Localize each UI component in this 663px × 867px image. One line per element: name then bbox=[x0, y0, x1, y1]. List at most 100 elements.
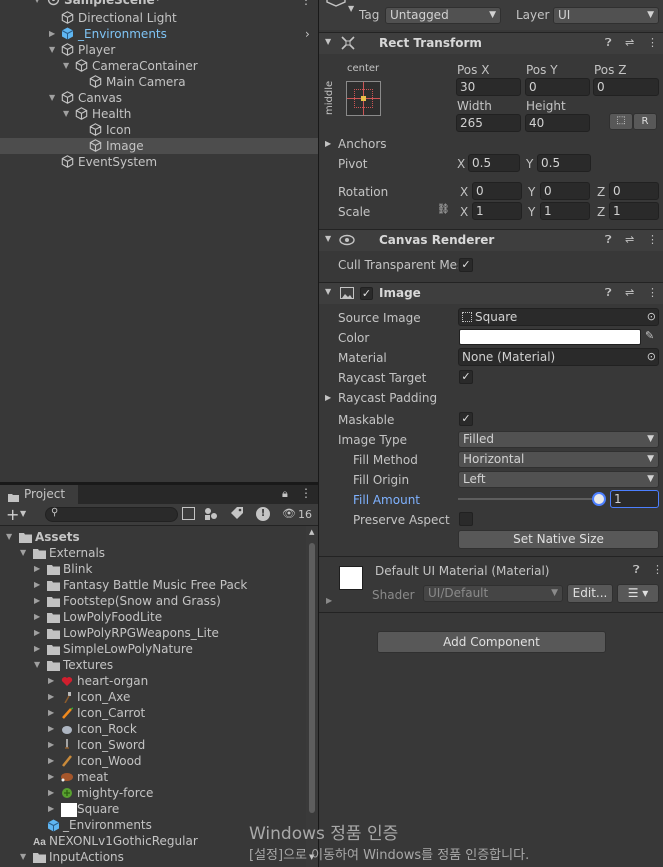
hierarchy-item[interactable]: EventSystem bbox=[0, 154, 318, 170]
search-input[interactable]: ⚲ bbox=[45, 507, 178, 522]
expand-arrow-icon[interactable]: ▶ bbox=[48, 785, 54, 801]
help-icon[interactable]: ❓︎ bbox=[605, 286, 612, 300]
project-asset-item[interactable]: ▶ meat bbox=[0, 769, 306, 785]
scale-x-field[interactable]: 1 bbox=[472, 202, 522, 220]
project-asset-item[interactable]: ▶ mighty-force bbox=[0, 785, 306, 801]
material-field[interactable]: None (Material) ⊙ bbox=[458, 348, 659, 366]
expand-arrow-icon[interactable]: ▶ bbox=[48, 737, 54, 753]
raycast-target-checkbox[interactable]: ✓ bbox=[459, 370, 473, 384]
filter-icon[interactable] bbox=[204, 507, 217, 523]
label-icon[interactable] bbox=[230, 507, 243, 523]
edit-shader-button[interactable]: Edit... bbox=[567, 584, 613, 603]
source-image-field[interactable]: Square ⊙ bbox=[458, 308, 659, 326]
expand-arrow-icon[interactable]: ▶ bbox=[49, 26, 55, 42]
hierarchy-item[interactable]: Directional Light bbox=[0, 10, 318, 26]
project-folder-item[interactable]: ▶ Fantasy Battle Music Free Pack bbox=[0, 577, 306, 593]
project-folder-item[interactable]: ▶ LowPolyRPGWeapons_Lite bbox=[0, 625, 306, 641]
hierarchy-item[interactable]: ▼ Health bbox=[0, 106, 318, 122]
expand-arrow-icon[interactable]: ▶ bbox=[48, 769, 54, 785]
expand-arrow-icon[interactable]: ▼ bbox=[20, 545, 26, 561]
scrollbar-thumb[interactable] bbox=[309, 543, 315, 813]
cull-transparent-checkbox[interactable]: ✓ bbox=[459, 258, 473, 272]
expand-arrow-icon[interactable]: ▼ bbox=[63, 58, 69, 74]
expand-arrow-icon[interactable]: ▶ bbox=[48, 673, 54, 689]
expand-arrow-icon[interactable]: ▼ bbox=[49, 90, 55, 106]
object-picker-icon[interactable]: ⊙ bbox=[647, 309, 656, 325]
create-dropdown-icon[interactable]: ▼ bbox=[20, 509, 26, 518]
hierarchy-item[interactable]: ▶ _Environments › bbox=[0, 26, 318, 42]
hierarchy-item[interactable]: Icon bbox=[0, 122, 318, 138]
shader-dropdown[interactable]: UI/Default ▼ bbox=[423, 585, 563, 602]
eyedropper-icon[interactable]: ✎ bbox=[645, 329, 654, 342]
anchors-expand-icon[interactable]: ▶ bbox=[325, 139, 331, 148]
expand-arrow-icon[interactable]: ▼ bbox=[34, 0, 40, 8]
collapse-arrow-icon[interactable]: ▼ bbox=[325, 234, 331, 243]
fill-amount-slider-track[interactable] bbox=[458, 498, 600, 500]
fill-origin-dropdown[interactable]: Left ▼ bbox=[458, 471, 659, 488]
hierarchy-item[interactable]: ▼ Canvas bbox=[0, 90, 318, 106]
create-plus-icon[interactable]: + bbox=[6, 505, 19, 524]
fill-method-dropdown[interactable]: Horizontal ▼ bbox=[458, 451, 659, 468]
expand-arrow-icon[interactable]: ▶ bbox=[34, 577, 40, 593]
expand-arrow-icon[interactable]: ▼ bbox=[49, 42, 55, 58]
more-menu-icon[interactable]: ⋮ bbox=[647, 233, 658, 246]
presets-icon[interactable]: ⇌ bbox=[625, 36, 634, 49]
project-asset-item[interactable]: ▶ heart-organ bbox=[0, 673, 306, 689]
project-folder-item[interactable]: ▶ Footstep(Snow and Grass) bbox=[0, 593, 306, 609]
image-enabled-checkbox[interactable]: ✓ bbox=[360, 287, 373, 300]
more-menu-icon[interactable]: ⋮ bbox=[652, 563, 663, 576]
expand-arrow-icon[interactable]: ▶ bbox=[34, 561, 40, 577]
project-scrollbar[interactable]: ▲ ▼ bbox=[306, 526, 318, 867]
open-prefab-icon[interactable]: › bbox=[305, 26, 310, 42]
hierarchy-item[interactable]: Image bbox=[0, 138, 318, 154]
add-component-button[interactable]: Add Component bbox=[377, 631, 606, 653]
project-folder-item[interactable]: ▶ LowPolyFoodLite bbox=[0, 609, 306, 625]
color-field[interactable] bbox=[459, 329, 641, 345]
scale-y-field[interactable]: 1 bbox=[540, 202, 590, 220]
expand-arrow-icon[interactable]: ▶ bbox=[34, 593, 40, 609]
help-icon[interactable]: ❓︎ bbox=[605, 233, 612, 247]
expand-arrow-icon[interactable]: ▶ bbox=[34, 609, 40, 625]
expand-arrow-icon[interactable]: ▼ bbox=[34, 657, 40, 673]
expand-arrow-icon[interactable]: ▶ bbox=[48, 705, 54, 721]
lock-icon[interactable]: 🔒︎ bbox=[282, 487, 288, 501]
scene-row[interactable]: ▼ SampleScene* ⋮ bbox=[0, 0, 318, 8]
maskable-checkbox[interactable]: ✓ bbox=[459, 412, 473, 426]
scale-z-field[interactable]: 1 bbox=[609, 202, 659, 220]
image-type-dropdown[interactable]: Filled ▼ bbox=[458, 431, 659, 448]
hierarchy-item[interactable]: Main Camera bbox=[0, 74, 318, 90]
help-icon[interactable]: ❓︎ bbox=[633, 563, 640, 577]
presets-icon[interactable]: ⇌ bbox=[625, 233, 634, 246]
expand-arrow-icon[interactable]: ▼ bbox=[63, 106, 69, 122]
pivot-x-field[interactable]: 0.5 bbox=[468, 154, 520, 172]
anchor-presets-button[interactable] bbox=[346, 81, 381, 116]
more-menu-icon[interactable]: ⋮ bbox=[300, 0, 312, 8]
tab-project[interactable]: Project bbox=[0, 485, 78, 504]
shader-options-button[interactable]: ☰ ▾ bbox=[617, 584, 659, 603]
presets-icon[interactable]: ⇌ bbox=[625, 286, 634, 299]
project-folder-item[interactable]: ▶ Blink bbox=[0, 561, 306, 577]
pivot-y-field[interactable]: 0.5 bbox=[537, 154, 591, 172]
rotation-y-field[interactable]: 0 bbox=[540, 182, 590, 200]
project-asset-item[interactable]: ▶ Icon_Carrot bbox=[0, 705, 306, 721]
expand-arrow-icon[interactable]: ▶ bbox=[48, 721, 54, 737]
expand-arrow-icon[interactable]: ▼ bbox=[6, 529, 12, 545]
posy-field[interactable]: 0 bbox=[525, 78, 590, 96]
width-field[interactable]: 265 bbox=[456, 114, 521, 132]
project-asset-item[interactable]: ▶ Icon_Axe bbox=[0, 689, 306, 705]
canvas-renderer-header[interactable]: ▼ Canvas Renderer ❓︎ ⇌ ⋮ bbox=[319, 229, 663, 251]
image-header[interactable]: ▼ ✓ Image ❓︎ ⇌ ⋮ bbox=[319, 282, 663, 304]
icon-dropdown-icon[interactable]: ▼ bbox=[348, 4, 354, 13]
rotation-z-field[interactable]: 0 bbox=[609, 182, 659, 200]
expand-arrow-icon[interactable]: ▶ bbox=[48, 689, 54, 705]
expand-arrow-icon[interactable]: ▶ bbox=[34, 625, 40, 641]
more-menu-icon[interactable]: ⋮ bbox=[647, 36, 658, 49]
more-menu-icon[interactable]: ⋮ bbox=[300, 486, 312, 500]
preserve-aspect-checkbox[interactable] bbox=[459, 512, 473, 526]
tag-dropdown[interactable]: Untagged ▼ bbox=[385, 7, 501, 24]
project-asset-item[interactable]: ▶ Icon_Rock bbox=[0, 721, 306, 737]
expand-arrow-icon[interactable]: ▼ bbox=[20, 849, 26, 865]
project-folder-item[interactable]: ▶ SimpleLowPolyNature bbox=[0, 641, 306, 657]
expand-arrow-icon[interactable]: ▶ bbox=[48, 753, 54, 769]
material-expand-icon[interactable]: ▶ bbox=[326, 596, 332, 605]
